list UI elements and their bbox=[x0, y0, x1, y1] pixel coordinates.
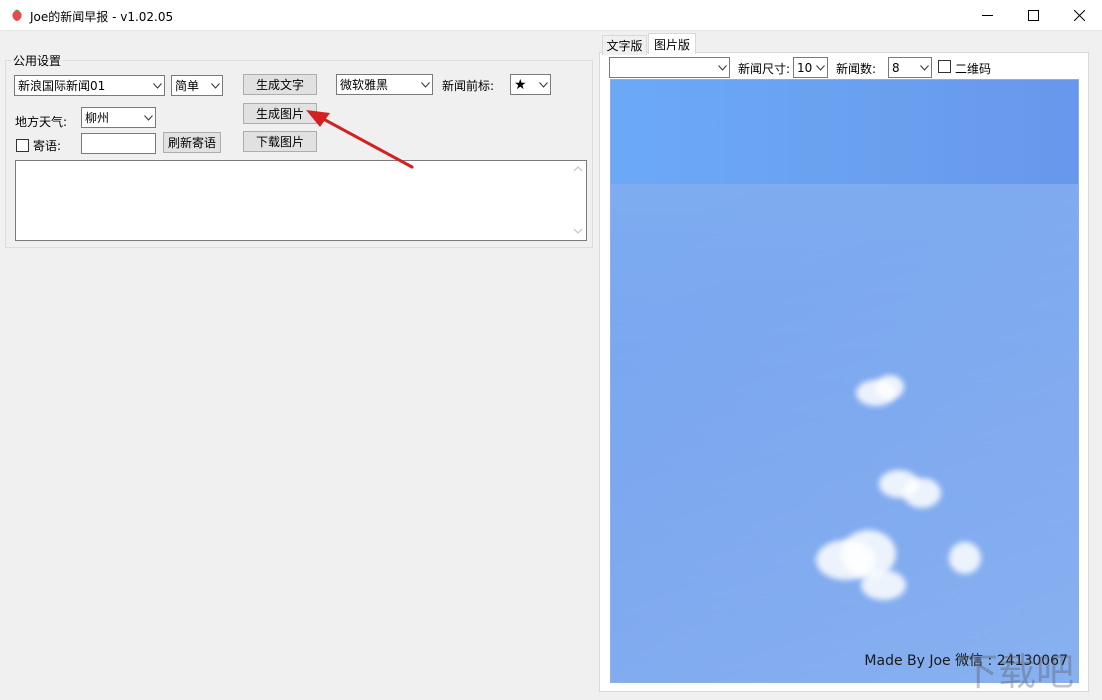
chevron-down-icon bbox=[813, 58, 827, 77]
tab-text-version[interactable]: 文字版 bbox=[602, 35, 647, 55]
group-title: 公用设置 bbox=[11, 52, 64, 69]
chevron-down-icon bbox=[536, 75, 550, 94]
size-select[interactable]: 10 bbox=[793, 57, 828, 78]
title-bar: Joe的新闻早报 - v1.02.05 bbox=[0, 0, 1102, 31]
watermark-logo: 下载吧 bbox=[950, 640, 1100, 697]
chevron-down-icon bbox=[208, 76, 222, 95]
chevron-down-icon bbox=[150, 76, 164, 95]
prefix-value: ★ bbox=[514, 76, 527, 93]
preview-header-band bbox=[611, 80, 1078, 184]
count-label: 新闻数: bbox=[836, 62, 877, 76]
preview-body-area bbox=[611, 184, 1078, 682]
maximize-button[interactable] bbox=[1010, 0, 1056, 31]
chevron-down-icon bbox=[917, 58, 931, 77]
count-select[interactable]: 8 bbox=[888, 57, 932, 78]
weather-label: 地方天气: bbox=[15, 115, 68, 129]
window-title: Joe的新闻早报 - v1.02.05 bbox=[30, 10, 174, 24]
city-select[interactable]: 柳州 bbox=[81, 107, 156, 128]
city-value: 柳州 bbox=[85, 111, 110, 125]
style-mode-select[interactable]: 简单 bbox=[171, 75, 223, 96]
chevron-down-icon bbox=[141, 108, 155, 127]
close-button[interactable] bbox=[1056, 0, 1102, 31]
annotation-arrow bbox=[300, 105, 420, 175]
preview-image: Made By Joe 微信 : 24130067 bbox=[610, 79, 1079, 683]
output-scrollbar[interactable] bbox=[570, 161, 586, 240]
prefix-select[interactable]: ★ bbox=[510, 74, 551, 95]
refresh-message-button[interactable]: 刷新寄语 bbox=[163, 132, 221, 153]
font-value: 微软雅黑 bbox=[340, 78, 389, 92]
news-source-value: 新浪国际新闻01 bbox=[18, 79, 106, 93]
size-value: 10 bbox=[797, 60, 813, 75]
count-value: 8 bbox=[892, 60, 900, 75]
chevron-down-icon bbox=[418, 75, 432, 94]
template-select[interactable] bbox=[609, 57, 730, 78]
message-checkbox[interactable] bbox=[16, 139, 29, 152]
size-label: 新闻尺寸: bbox=[738, 62, 791, 76]
generate-text-button[interactable]: 生成文字 bbox=[243, 74, 317, 95]
watermark-text: 下载吧 bbox=[960, 650, 1074, 694]
prefix-label: 新闻前标: bbox=[442, 79, 495, 93]
message-input[interactable] bbox=[81, 133, 156, 154]
style-mode-value: 简单 bbox=[175, 79, 200, 93]
chevron-down-icon bbox=[715, 58, 729, 77]
minimize-button[interactable] bbox=[964, 0, 1010, 31]
font-select[interactable]: 微软雅黑 bbox=[336, 74, 433, 95]
tab-image-version[interactable]: 图片版 bbox=[648, 33, 696, 54]
news-source-select[interactable]: 新浪国际新闻01 bbox=[14, 75, 165, 96]
qr-code-checkbox[interactable] bbox=[938, 60, 951, 73]
qr-code-label: 二维码 bbox=[955, 62, 992, 76]
message-label: 寄语: bbox=[33, 139, 62, 153]
strawberry-icon bbox=[10, 8, 24, 22]
